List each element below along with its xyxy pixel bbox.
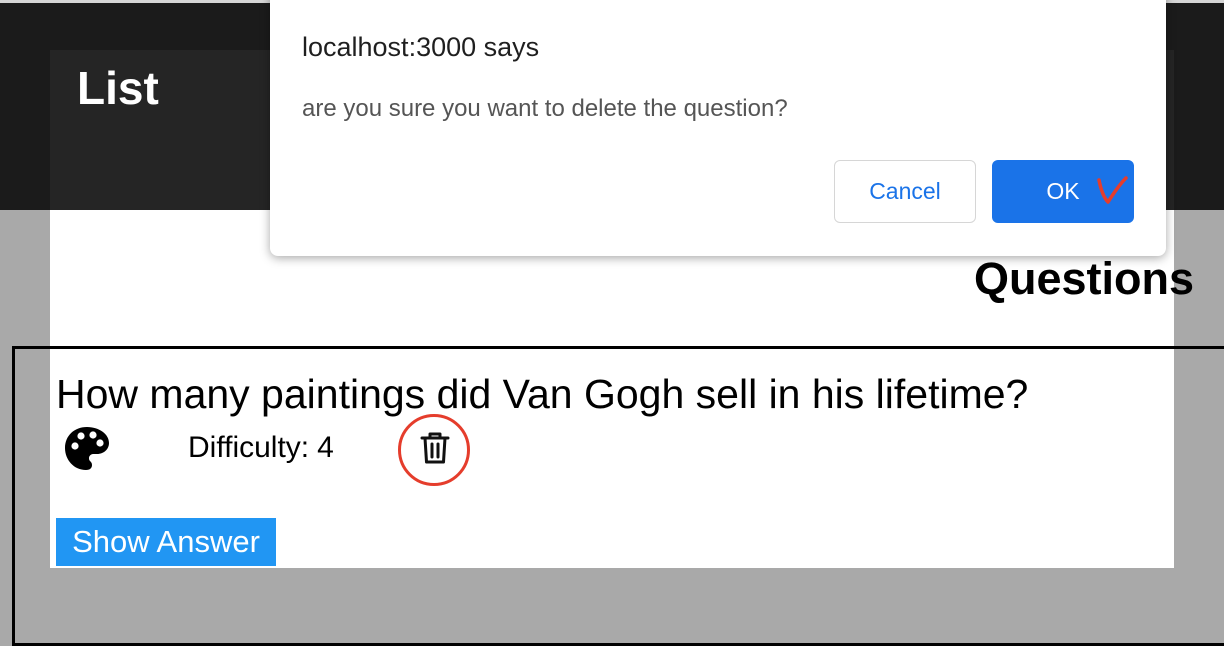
ok-button[interactable]: OK: [992, 160, 1134, 223]
difficulty-value: 4: [317, 431, 334, 464]
question-text: How many paintings did Van Gogh sell in …: [56, 371, 1029, 417]
dialog-origin: localhost:3000 says: [302, 32, 540, 62]
delete-question-button[interactable]: [414, 426, 456, 472]
palette-icon: [65, 427, 109, 470]
trash-icon: [420, 432, 450, 464]
dialog-message: are you sure you want to delete the ques…: [302, 95, 788, 122]
difficulty-label: Difficulty:: [188, 431, 310, 464]
cancel-button[interactable]: Cancel: [834, 160, 976, 223]
confirm-dialog: localhost:3000 says are you sure you wan…: [270, 0, 1166, 256]
difficulty-indicator: Difficulty: 4: [188, 428, 342, 468]
section-title: Questions: [973, 253, 1194, 304]
page-title: List: [77, 62, 159, 114]
show-answer-button[interactable]: Show Answer: [56, 518, 276, 566]
